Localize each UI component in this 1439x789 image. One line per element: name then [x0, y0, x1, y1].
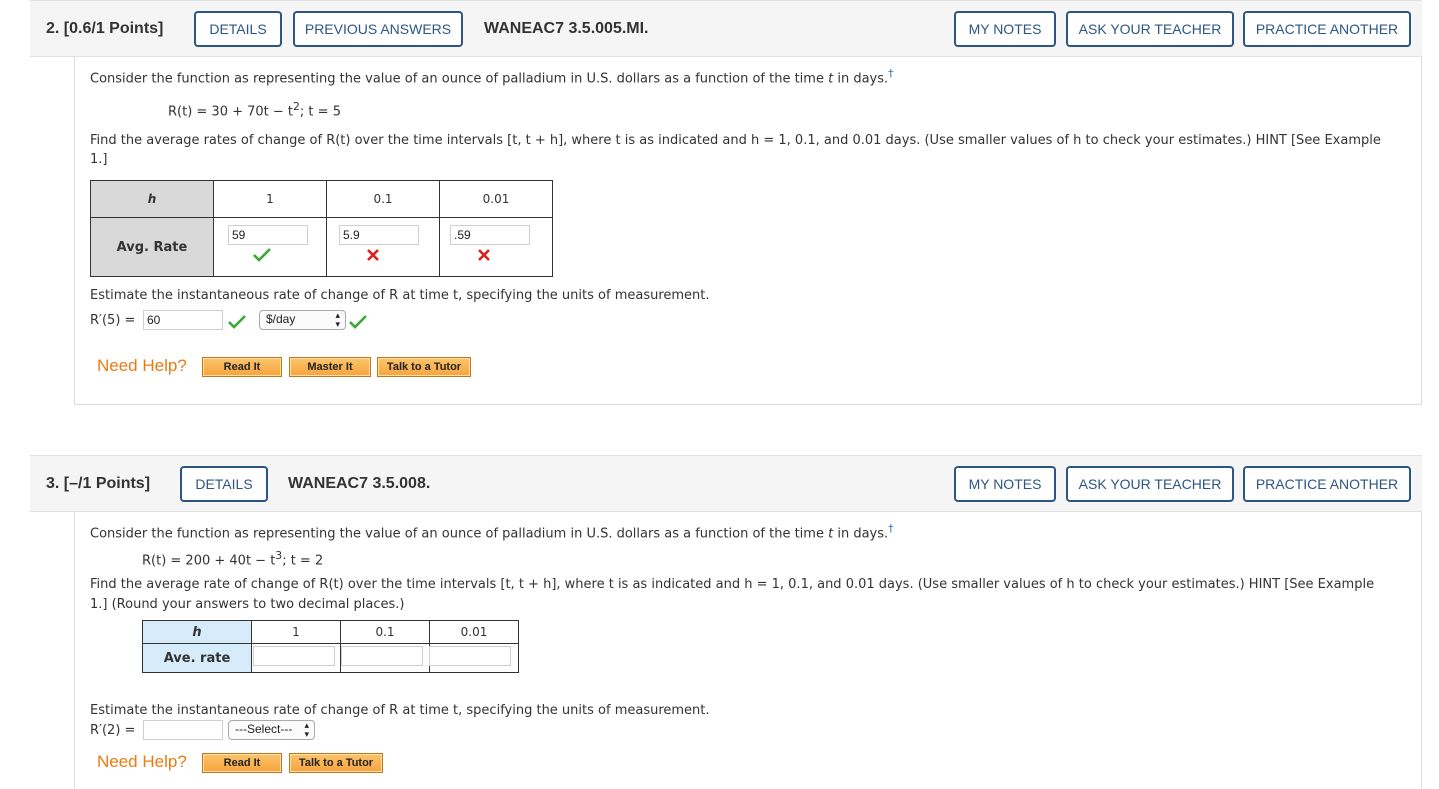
- instructions-line-2: 1.]: [90, 152, 108, 167]
- answer-input-h2[interactable]: 5.9: [339, 225, 419, 245]
- formula: R(t) = 30 + 70t − t2; t = 5: [168, 100, 341, 119]
- table-col-2: 0.1: [326, 180, 440, 218]
- practice-another-button[interactable]: PRACTICE ANOTHER: [1243, 11, 1411, 47]
- talk-to-tutor-button[interactable]: Talk to a Tutor: [289, 753, 383, 773]
- question-3: 3. [–/1 Points] DETAILS WANEAC7 3.5.008.…: [30, 455, 1422, 789]
- previous-answers-button[interactable]: PREVIOUS ANSWERS: [293, 11, 463, 47]
- intro-text-main: Consider the function as representing th…: [90, 71, 829, 87]
- formula-exponent: 2: [293, 100, 300, 113]
- question-3-body: Consider the function as representing th…: [74, 512, 1422, 789]
- intro-text: Consider the function as representing th…: [90, 522, 894, 541]
- details-button[interactable]: DETAILS: [180, 466, 268, 502]
- units-select-value: $/day: [266, 312, 296, 326]
- table-col-1: 1: [251, 620, 341, 644]
- answer-input-h3[interactable]: .59: [450, 225, 530, 245]
- need-help-label: Need Help?: [97, 356, 187, 375]
- table-header-h: h: [142, 620, 252, 644]
- instructions-line-1: Find the average rates of change of R(t)…: [90, 133, 1381, 148]
- table-col-2: 0.1: [340, 620, 430, 644]
- question-number: 3. [–/1 Points]: [46, 475, 150, 493]
- question-2-header: 2. [0.6/1 Points] DETAILS PREVIOUS ANSWE…: [30, 0, 1422, 57]
- ask-teacher-button[interactable]: ASK YOUR TEACHER: [1066, 466, 1234, 502]
- table-col-3: 0.01: [429, 620, 519, 644]
- question-2: 2. [0.6/1 Points] DETAILS PREVIOUS ANSWE…: [30, 0, 1422, 405]
- ask-teacher-button[interactable]: ASK YOUR TEACHER: [1066, 11, 1234, 47]
- table-row-label: Ave. rate: [142, 643, 252, 673]
- estimate-text: Estimate the instantaneous rate of chang…: [90, 703, 710, 718]
- practice-another-button[interactable]: PRACTICE ANOTHER: [1243, 466, 1411, 502]
- question-3-header: 3. [–/1 Points] DETAILS WANEAC7 3.5.008.…: [30, 455, 1422, 512]
- formula-main: R(t) = 30 + 70t − t: [168, 104, 294, 120]
- answer-input-h3[interactable]: [429, 646, 511, 666]
- cross-icon: [478, 249, 490, 261]
- rprime-input[interactable]: 60: [143, 310, 223, 330]
- answer-input-h2[interactable]: [341, 646, 423, 666]
- master-it-button[interactable]: Master It: [289, 357, 371, 377]
- intro-text-end: in days.: [833, 526, 889, 542]
- question-2-body: Consider the function as representing th…: [74, 57, 1422, 405]
- table-row: h 1 0.1 0.01: [90, 180, 553, 218]
- table-header-h: h: [90, 180, 214, 218]
- units-select[interactable]: $/day ▴ ▾: [259, 310, 346, 330]
- cross-icon: [367, 249, 379, 261]
- dagger-icon[interactable]: †: [888, 67, 893, 80]
- table-row: h 1 0.1 0.01: [142, 620, 519, 644]
- rprime-label: R′(5) =: [90, 313, 136, 328]
- my-notes-button[interactable]: MY NOTES: [954, 11, 1056, 47]
- dagger-icon[interactable]: †: [888, 522, 893, 535]
- estimate-text: Estimate the instantaneous rate of chang…: [90, 288, 710, 303]
- rprime-input[interactable]: [143, 720, 223, 740]
- checkmark-icon: [228, 315, 246, 329]
- formula: R(t) = 200 + 40t − t3; t = 2: [142, 549, 323, 568]
- formula-main: R(t) = 200 + 40t − t: [142, 553, 276, 569]
- problem-code: WANEAC7 3.5.005.MI.: [484, 20, 649, 37]
- units-select[interactable]: ---Select--- ▴ ▾: [228, 720, 315, 740]
- formula-end: ; t = 2: [282, 553, 324, 569]
- rprime-label: R′(2) =: [90, 723, 136, 738]
- read-it-button[interactable]: Read It: [202, 357, 282, 377]
- intro-text-end: in days.: [833, 71, 889, 87]
- answer-input-h1[interactable]: 59: [228, 225, 308, 245]
- talk-to-tutor-button[interactable]: Talk to a Tutor: [377, 357, 471, 377]
- formula-end: ; t = 5: [299, 104, 341, 120]
- my-notes-button[interactable]: MY NOTES: [954, 466, 1056, 502]
- question-number-label: 2.: [46, 20, 60, 37]
- checkmark-icon: [349, 315, 367, 329]
- question-number: 2. [0.6/1 Points]: [46, 20, 163, 38]
- intro-text: Consider the function as representing th…: [90, 67, 894, 86]
- question-number-label: 3.: [46, 475, 60, 492]
- table-row-label: Avg. Rate: [90, 217, 214, 277]
- details-button[interactable]: DETAILS: [194, 11, 282, 47]
- answer-input-h1[interactable]: [253, 646, 335, 666]
- intro-text-main: Consider the function as representing th…: [90, 526, 829, 542]
- points-label: [0.6/1 Points]: [63, 20, 164, 37]
- checkmark-icon: [253, 248, 271, 262]
- instructions-line-1: Find the average rate of change of R(t) …: [90, 577, 1375, 592]
- need-help-label: Need Help?: [97, 752, 187, 771]
- points-label: [–/1 Points]: [63, 475, 151, 492]
- select-arrows-icon: ▴ ▾: [335, 310, 340, 329]
- table-col-1: 1: [213, 180, 327, 218]
- select-arrows-icon: ▴ ▾: [304, 720, 309, 739]
- instructions-line-2: 1.] (Round your answers to two decimal p…: [90, 597, 405, 612]
- problem-code: WANEAC7 3.5.008.: [288, 475, 431, 492]
- units-select-value: ---Select---: [235, 722, 293, 736]
- table-col-3: 0.01: [439, 180, 553, 218]
- read-it-button[interactable]: Read It: [202, 753, 282, 773]
